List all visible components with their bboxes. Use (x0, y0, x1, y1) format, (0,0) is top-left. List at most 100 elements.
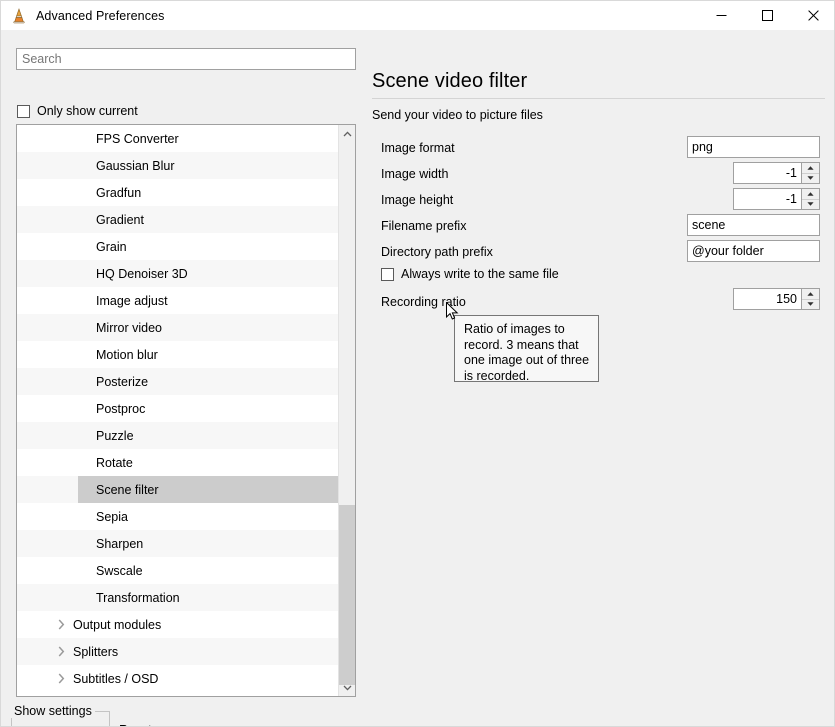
chevron-down-icon (343, 685, 352, 691)
tree-item-hq-denoiser-3d[interactable]: HQ Denoiser 3D (17, 260, 339, 287)
label-image-height: Image height (381, 193, 453, 207)
tree-item-image-adjust[interactable]: Image adjust (17, 287, 339, 314)
tree-item-label: Grain (96, 240, 127, 254)
spin-up-icon (807, 192, 814, 196)
minimize-button[interactable] (698, 1, 744, 30)
tree-rows-container: FPS Converter Gaussian Blur Gradfun Gradien… (17, 125, 339, 696)
tree-item-gaussian-blur[interactable]: Gaussian Blur (17, 152, 339, 179)
tree-item-scene-filter[interactable]: Scene filter (17, 476, 339, 503)
tree-item-label: Rotate (96, 456, 133, 470)
spin-down-button[interactable] (802, 174, 819, 184)
close-icon (808, 10, 819, 21)
image-height-spin-buttons[interactable] (801, 189, 819, 209)
spin-up-button[interactable] (802, 189, 819, 200)
title-bar: Advanced Preferences (1, 1, 835, 30)
dialog-body: Only show current FPS Converter Gaussian … (1, 30, 835, 727)
tree-item-mirror-video[interactable]: Mirror video (17, 314, 339, 341)
image-height-spinner[interactable] (733, 188, 820, 210)
image-width-input[interactable] (734, 163, 801, 183)
tree-item-splitters[interactable]: Splitters (17, 638, 339, 665)
image-format-input-wrapper[interactable] (687, 136, 820, 158)
tree-item-label: Gaussian Blur (96, 159, 175, 173)
tree-item-rotate[interactable]: Rotate (17, 449, 339, 476)
search-input-wrapper[interactable] (16, 48, 356, 70)
tree-item-label: Motion blur (96, 348, 158, 362)
preferences-tree[interactable]: FPS Converter Gaussian Blur Gradfun Gradien… (16, 124, 356, 697)
tooltip: Ratio of images to record. 3 means that … (454, 315, 599, 382)
label-filename-prefix: Filename prefix (381, 219, 466, 233)
page-title: Scene video filter (372, 70, 527, 93)
tree-item-transformation[interactable]: Transformation (17, 584, 339, 611)
tree-item-label: Subtitles / OSD (73, 672, 158, 686)
page-subtitle: Send your video to picture files (372, 108, 543, 122)
image-width-spinner[interactable] (733, 162, 820, 184)
tree-item-gradient[interactable]: Gradient (17, 206, 339, 233)
directory-path-prefix-input-wrapper[interactable] (687, 240, 820, 262)
recording-ratio-input[interactable] (734, 289, 801, 309)
window-controls (698, 1, 835, 30)
spin-up-button[interactable] (802, 163, 819, 174)
tree-item-sepia[interactable]: Sepia (17, 503, 339, 530)
tree-item-motion-blur[interactable]: Motion blur (17, 341, 339, 368)
tree-item-label: Mirror video (96, 321, 162, 335)
always-write-same-file-checkbox[interactable]: Always write to the same file (381, 267, 559, 281)
tree-item-postproc[interactable]: Postproc (17, 395, 339, 422)
image-height-input[interactable] (734, 189, 801, 209)
checkbox-square[interactable] (17, 105, 30, 118)
tree-item-puzzle[interactable]: Puzzle (17, 422, 339, 449)
tree-item-label: Postproc (96, 402, 145, 416)
maximize-icon (762, 10, 773, 21)
checkbox-square[interactable] (381, 268, 394, 281)
spin-up-icon (807, 292, 814, 296)
tree-item-label: Output modules (73, 618, 161, 632)
tree-item-label: Puzzle (96, 429, 134, 443)
filename-prefix-input[interactable] (688, 215, 819, 235)
spin-down-button[interactable] (802, 300, 819, 310)
spin-up-button[interactable] (802, 289, 819, 300)
scrollbar-thumb[interactable] (339, 505, 355, 685)
window-title: Advanced Preferences (36, 9, 164, 23)
tree-item-subtitles-osd[interactable]: Subtitles / OSD (17, 665, 339, 692)
spin-down-icon (807, 202, 814, 206)
tree-item-swscale[interactable]: Swscale (17, 557, 339, 584)
tree-item-grain[interactable]: Grain (17, 233, 339, 260)
tree-item-label: Posterize (96, 375, 148, 389)
always-write-label: Always write to the same file (401, 267, 559, 281)
tree-item-label: Transformation (96, 591, 180, 605)
maximize-button[interactable] (744, 1, 790, 30)
image-format-input[interactable] (688, 137, 819, 157)
minimize-icon (716, 10, 727, 21)
tree-item-label: Splitters (73, 645, 118, 659)
vlc-cone-icon (11, 8, 27, 24)
tree-item-label: Image adjust (96, 294, 168, 308)
tree-item-posterize[interactable]: Posterize (17, 368, 339, 395)
scroll-up-button[interactable] (339, 125, 355, 142)
tree-item-label: Scene filter (96, 483, 159, 497)
image-width-spin-buttons[interactable] (801, 163, 819, 183)
spin-down-button[interactable] (802, 200, 819, 210)
tree-item-label: Gradfun (96, 186, 141, 200)
tree-item-gradfun[interactable]: Gradfun (17, 179, 339, 206)
tree-item-label: HQ Denoiser 3D (96, 267, 188, 281)
chevron-right-icon[interactable] (54, 618, 68, 632)
tree-item-label: Sharpen (96, 537, 143, 551)
tree-scrollbar[interactable] (338, 125, 355, 696)
close-button[interactable] (790, 1, 835, 30)
directory-path-prefix-input[interactable] (688, 241, 819, 261)
search-input[interactable] (17, 49, 355, 69)
tree-item-fps-converter[interactable]: FPS Converter (17, 125, 339, 152)
tree-item-label: FPS Converter (96, 132, 179, 146)
only-show-current-label: Only show current (37, 104, 138, 118)
tree-item-sharpen[interactable]: Sharpen (17, 530, 339, 557)
only-show-current-checkbox[interactable]: Only show current (17, 104, 138, 118)
chevron-right-icon[interactable] (54, 645, 68, 659)
recording-ratio-spinner[interactable] (733, 288, 820, 310)
chevron-right-icon[interactable] (54, 672, 68, 686)
tree-item-output-modules[interactable]: Output modules (17, 611, 339, 638)
filename-prefix-input-wrapper[interactable] (687, 214, 820, 236)
recording-ratio-spin-buttons[interactable] (801, 289, 819, 309)
show-settings-label: Show settings (11, 704, 95, 718)
label-image-format: Image format (381, 141, 455, 155)
scroll-down-button[interactable] (339, 679, 355, 696)
label-image-width: Image width (381, 167, 448, 181)
